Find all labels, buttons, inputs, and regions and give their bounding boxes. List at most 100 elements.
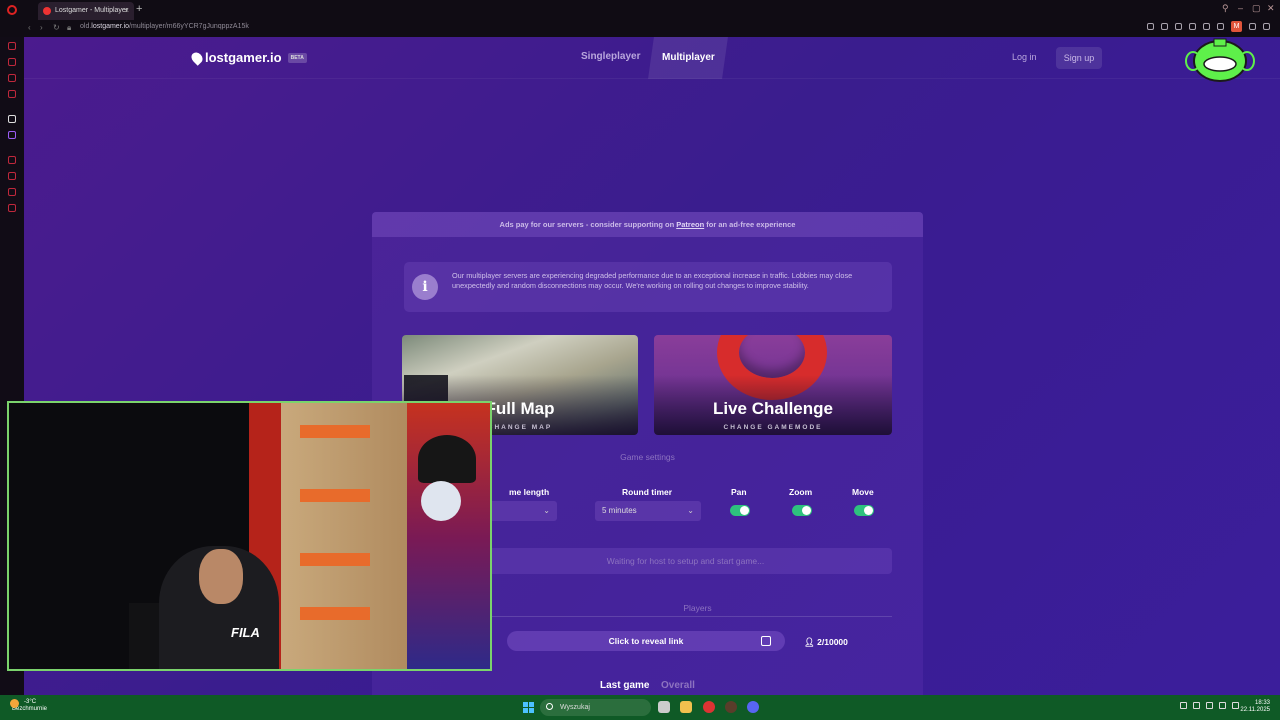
tab-overall[interactable]: Overall <box>661 680 695 691</box>
windows-taskbar: -3°C Bezchmurnie Wyszukaj 18:33 22.11.20… <box>0 695 1280 720</box>
webcam-overlay: FILA <box>7 401 492 671</box>
copy-icon[interactable] <box>761 636 771 646</box>
waiting-status: Waiting for host to setup and start game… <box>479 548 892 574</box>
opera-menu-icon[interactable] <box>7 5 17 15</box>
divider <box>487 616 892 617</box>
webcam-door-pane <box>300 425 370 438</box>
play-icon[interactable] <box>1203 23 1210 30</box>
sidebar-instagram-icon[interactable] <box>8 90 16 98</box>
nav-multiplayer-label: Multiplayer <box>661 52 715 63</box>
shield-icon[interactable] <box>1175 23 1182 30</box>
sidebar-messenger-icon[interactable] <box>8 74 16 82</box>
new-tab-button[interactable]: + <box>136 3 142 15</box>
webcam-mannequin-head <box>421 481 461 521</box>
webcam-door-pane <box>300 489 370 502</box>
file-explorer-icon[interactable] <box>680 701 692 713</box>
taskbar-search-label: Wyszukaj <box>560 704 590 711</box>
taskbar-search[interactable]: Wyszukaj <box>540 699 651 716</box>
sidebar-twitch-icon[interactable] <box>8 131 16 139</box>
round-timer-label: Round timer <box>622 487 673 497</box>
maximize-icon[interactable]: ▢ <box>1252 3 1261 14</box>
sidebar-speed-dial-icon[interactable] <box>8 42 16 50</box>
notice-text: Our multiplayer servers are experiencing… <box>452 271 853 290</box>
nav-multiplayer[interactable]: Multiplayer <box>648 37 728 79</box>
beta-badge: BETA <box>287 52 307 63</box>
clock-date: 22.11.2025 <box>1240 707 1270 713</box>
ad-banner: Ads pay for our servers - consider suppo… <box>372 212 923 237</box>
weather-widget[interactable]: -3°C Bezchmurnie <box>10 699 47 713</box>
tray-chevron-icon[interactable] <box>1180 702 1187 709</box>
player-count: 👤︎ 2/10000 <box>804 637 848 647</box>
url-field[interactable]: old.lostgamer.io/multiplayer/m66yYCR7gJu… <box>80 23 249 30</box>
tab-last-game[interactable]: Last game <box>600 680 649 691</box>
sidebar-sync-icon[interactable] <box>8 188 16 196</box>
site-logo[interactable]: lostgamer.io BETA <box>189 49 307 66</box>
clock-time: 18:33 <box>1254 700 1270 706</box>
pin-icon[interactable] <box>1147 23 1154 30</box>
menu-icon[interactable] <box>1263 23 1270 30</box>
start-button[interactable] <box>523 702 534 713</box>
url-prefix: old. <box>80 23 92 30</box>
players-title: Players <box>683 603 712 613</box>
patreon-link[interactable]: Patreon <box>676 220 704 229</box>
forward-icon[interactable]: › <box>40 23 43 32</box>
chevron-down-icon: ⌄ <box>543 506 550 515</box>
nav-singleplayer[interactable]: Singleplayer <box>581 51 640 62</box>
zoom-toggle[interactable] <box>792 505 812 516</box>
minimize-icon[interactable]: – <box>1238 3 1243 13</box>
close-tab-icon[interactable]: × <box>124 2 129 20</box>
info-icon: i <box>412 274 438 300</box>
sidebar-settings-icon[interactable] <box>8 204 16 212</box>
gamemode-card[interactable]: Live Challenge CHANGE GAMEMODE <box>654 335 892 435</box>
lostgamer-favicon-icon <box>43 7 51 15</box>
heart-icon[interactable] <box>1217 23 1224 30</box>
download-icon[interactable] <box>1249 23 1256 30</box>
round-timer-select[interactable]: 5 minutes ⌄ <box>595 501 701 521</box>
volume-icon[interactable] <box>1219 702 1226 709</box>
signup-button[interactable]: Sign up <box>1056 47 1102 69</box>
search-icon <box>546 703 553 710</box>
snapshot-icon[interactable] <box>1161 23 1168 30</box>
ad-text-before: Ads pay for our servers - consider suppo… <box>499 220 677 229</box>
search-tabs-icon[interactable]: ⚲ <box>1222 3 1229 14</box>
game-length-label: me length <box>509 487 550 497</box>
system-tray-icons <box>1180 702 1239 709</box>
clock[interactable]: 18:33 22.11.2025 <box>1240 700 1270 714</box>
streamer-mascot-icon <box>1185 38 1255 82</box>
pan-toggle[interactable] <box>730 505 750 516</box>
toolbar-icons: M <box>1147 21 1270 32</box>
pan-label: Pan <box>731 487 747 497</box>
chevron-down-icon: ⌄ <box>687 506 694 515</box>
sidebar-history-icon[interactable] <box>8 156 16 164</box>
browser-tab-bar: Lostgamer - Multiplayer × + ⚲ – ▢ ✕ <box>0 0 1280 20</box>
weather-icon <box>10 699 19 708</box>
close-window-icon[interactable]: ✕ <box>1267 3 1275 14</box>
address-bar: ‹ › ↻ 🔒︎ old.lostgamer.io/multiplayer/m6… <box>0 20 1280 37</box>
reload-icon[interactable]: ↻ <box>53 23 60 32</box>
task-view-icon[interactable] <box>658 701 670 713</box>
network-icon[interactable] <box>1206 702 1213 709</box>
move-toggle[interactable] <box>854 505 874 516</box>
logo-text: lostgamer.io <box>205 50 282 65</box>
tab-title: Lostgamer - Multiplayer <box>55 7 129 14</box>
site-header: lostgamer.io BETA Singleplayer Multiplay… <box>24 37 1280 79</box>
webcam-door-pane <box>300 553 370 566</box>
sidebar-clock-icon[interactable] <box>8 172 16 180</box>
browser-tab[interactable]: Lostgamer - Multiplayer × <box>38 2 134 20</box>
location-pin-icon <box>189 49 205 66</box>
sidebar-aria-icon[interactable] <box>8 115 16 123</box>
webcam-door-pane <box>300 607 370 620</box>
sidebar-bag-icon[interactable] <box>8 58 16 66</box>
battery-icon[interactable] <box>1232 702 1239 709</box>
login-link[interactable]: Log in <box>1012 52 1037 62</box>
zoom-label: Zoom <box>789 487 813 497</box>
discord-taskbar-icon[interactable] <box>747 701 759 713</box>
microphone-icon[interactable] <box>1193 702 1200 709</box>
reveal-link-button[interactable]: Click to reveal link <box>507 631 785 651</box>
app-taskbar-icon[interactable] <box>725 701 737 713</box>
back-icon[interactable]: ‹ <box>28 23 31 32</box>
opera-taskbar-icon[interactable] <box>703 701 715 713</box>
translate-icon[interactable] <box>1189 23 1196 30</box>
profile-avatar[interactable]: M <box>1231 21 1242 32</box>
url-domain: lostgamer.io <box>91 23 130 30</box>
